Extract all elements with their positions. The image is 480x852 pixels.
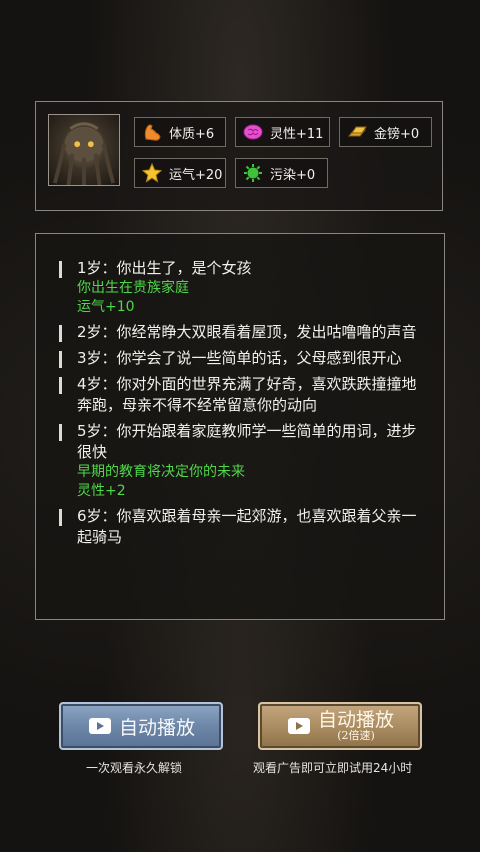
stats-panel: 体质+6 灵性+11 金镑+0 运气+20 污染+0 (35, 101, 443, 211)
virus-icon (240, 160, 266, 186)
stat-luck-label: 运气+20 (169, 167, 223, 183)
entry-marker (59, 351, 62, 368)
log-entry-text: 3岁：你学会了说一些简单的话，父母感到很开心 (77, 349, 402, 367)
log-entry-effect: 运气+10 (77, 299, 135, 315)
gold-bar-icon (344, 119, 370, 145)
stat-constitution-label: 体质+6 (169, 126, 215, 142)
log-entry: 6岁：你喜欢跟着母亲一起郊游，也喜欢跟着父亲一起骑马 (59, 506, 429, 548)
video-camera-icon (287, 718, 310, 734)
log-entry-event: 你出生在贵族家庭 (77, 280, 189, 296)
autoplay-fast-button-label: 自动播放 (317, 709, 394, 731)
entry-marker (59, 377, 62, 394)
autoplay-fast-caption: 观看广告即可立即试用24小时 (253, 761, 413, 775)
autoplay-fast-button[interactable]: 自动播放 (2倍速) (258, 702, 422, 750)
autoplay-button[interactable]: 自动播放 (59, 702, 223, 750)
video-camera-icon (88, 718, 111, 734)
character-avatar[interactable] (48, 114, 120, 186)
star-icon (139, 160, 165, 186)
entry-marker (59, 325, 62, 342)
stat-constitution: 体质+6 (134, 117, 226, 147)
autoplay-caption: 一次观看永久解锁 (86, 761, 183, 775)
life-log-panel[interactable]: 1岁：你出生了，是个女孩 你出生在贵族家庭 运气+10 2岁：你经常睁大双眼看着… (35, 233, 445, 620)
log-entry-text: 2岁：你经常睁大双眼看着屋顶，发出咕噜噜的声音 (77, 323, 417, 341)
stat-corruption-label: 污染+0 (270, 167, 316, 183)
stat-gold-label: 金镑+0 (374, 126, 420, 142)
log-entry-text: 4岁：你对外面的世界充满了好奇，喜欢跌跌撞撞地奔跑，母亲不得不经常留意你的动向 (77, 375, 417, 414)
brain-icon (240, 119, 266, 145)
entry-marker (59, 509, 62, 526)
log-entry: 3岁：你学会了说一些简单的话，父母感到很开心 (59, 348, 429, 369)
stat-spirit-label: 灵性+11 (270, 126, 324, 142)
stat-spirit: 灵性+11 (235, 117, 330, 147)
log-entry: 1岁：你出生了，是个女孩 你出生在贵族家庭 运气+10 (59, 258, 429, 317)
log-entry-event: 早期的教育将决定你的未来 (77, 464, 245, 480)
entry-marker (59, 424, 62, 441)
log-entry-text: 1岁：你出生了，是个女孩 (77, 259, 252, 277)
stat-luck: 运气+20 (134, 158, 226, 188)
log-entry: 2岁：你经常睁大双眼看着屋顶，发出咕噜噜的声音 (59, 322, 429, 343)
log-entry: 4岁：你对外面的世界充满了好奇，喜欢跌跌撞撞地奔跑，母亲不得不经常留意你的动向 (59, 374, 429, 416)
autoplay-fast-speed: (2倍速) (337, 729, 375, 742)
autoplay-button-label: 自动播放 (118, 716, 195, 739)
log-entry-text: 6岁：你喜欢跟着母亲一起郊游，也喜欢跟着父亲一起骑马 (77, 507, 417, 546)
entry-marker (59, 261, 62, 278)
log-entry-text: 5岁：你开始跟着家庭教师学一些简单的用词，进步很快 (77, 422, 417, 461)
stat-corruption: 污染+0 (235, 158, 328, 188)
muscle-arm-icon (139, 119, 165, 145)
stat-gold: 金镑+0 (339, 117, 432, 147)
log-entry-effect: 灵性+2 (77, 483, 126, 499)
log-entry: 5岁：你开始跟着家庭教师学一些简单的用词，进步很快 早期的教育将决定你的未来 灵… (59, 421, 429, 501)
